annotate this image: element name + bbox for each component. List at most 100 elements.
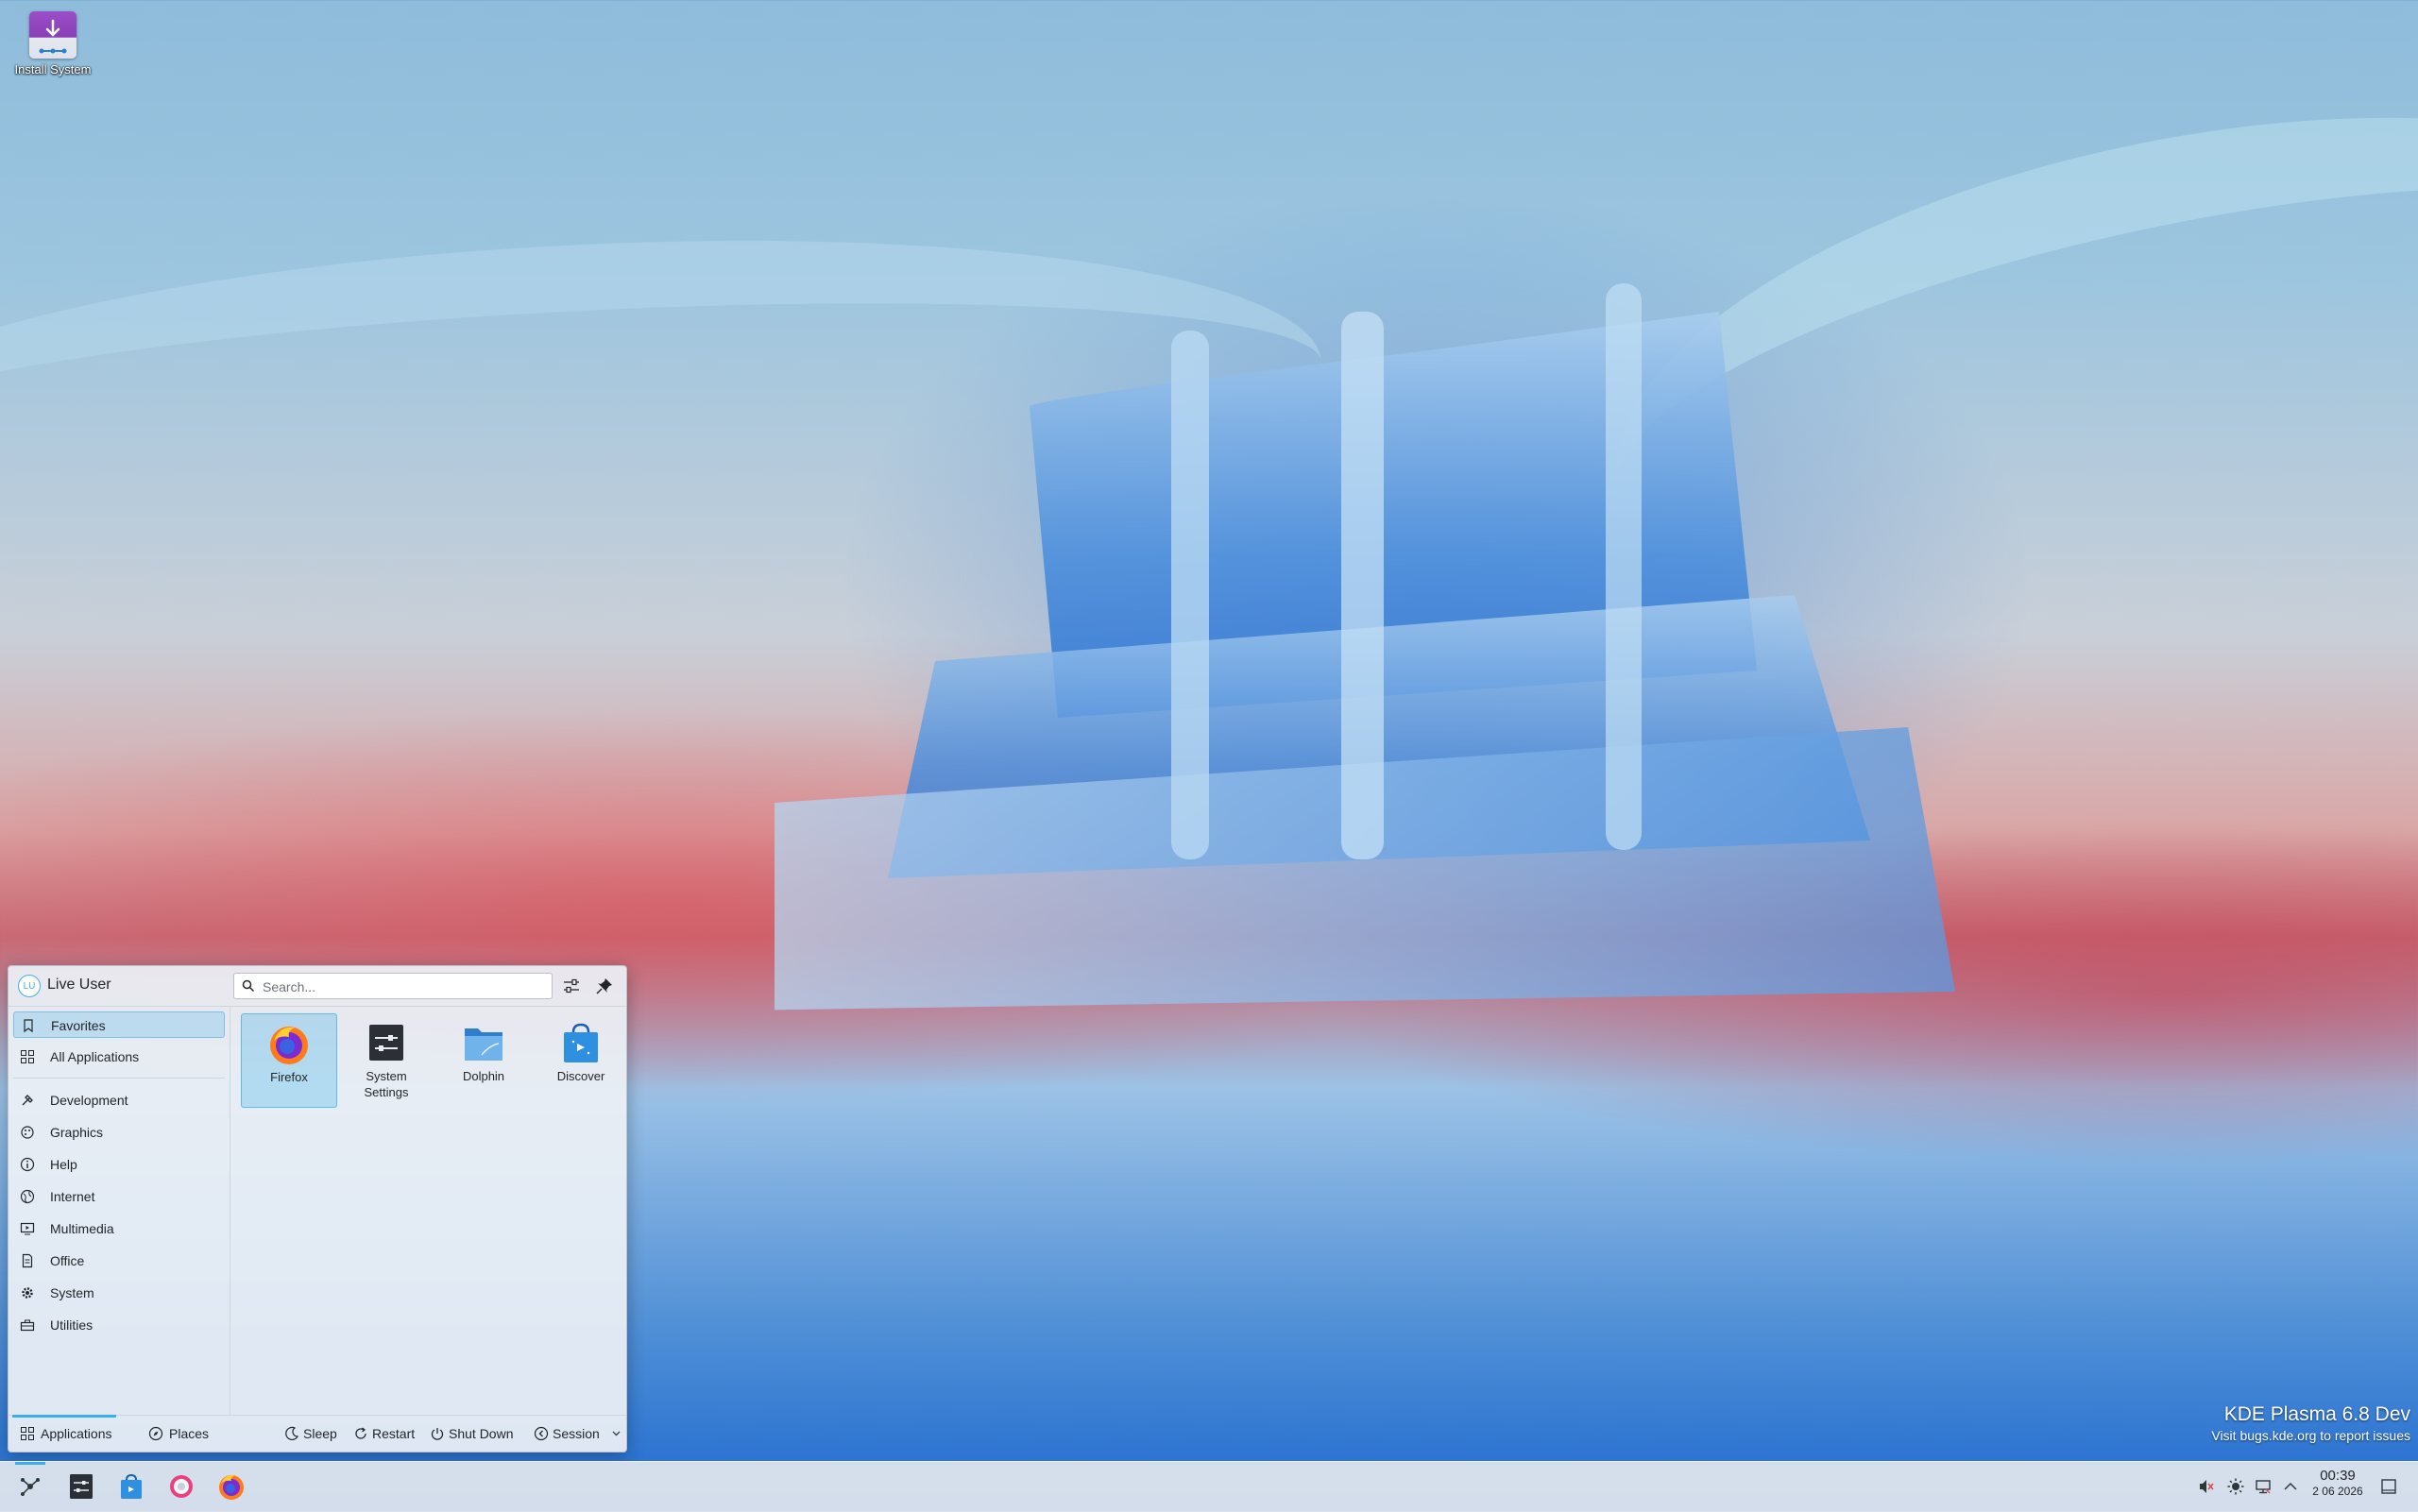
restart-icon (355, 1427, 366, 1439)
category-label: Graphics (50, 1125, 104, 1140)
active-tab-indicator (12, 1415, 116, 1418)
action-label: Restart (372, 1426, 416, 1441)
show-desktop-icon[interactable] (2379, 1477, 2398, 1496)
user-name: Live User (47, 977, 111, 993)
configure-icon[interactable] (561, 976, 582, 996)
desktop-icon-label: Install System (14, 62, 92, 76)
favorites-grid: Firefox System Settings Dolphin Discover (231, 1006, 626, 1416)
search-field[interactable] (233, 973, 553, 999)
action-label: Sleep (303, 1426, 337, 1441)
compass-icon (148, 1426, 163, 1441)
launcher-header: LU Live User (9, 966, 626, 1007)
brightness-icon[interactable] (2226, 1477, 2245, 1496)
taskbar-discover[interactable] (112, 1468, 150, 1505)
taskbar-application-launcher[interactable] (11, 1462, 49, 1505)
clock-time: 00:39 (2320, 1468, 2356, 1484)
pin-icon[interactable] (594, 976, 615, 996)
application-launcher-icon (21, 1478, 40, 1496)
category-label: System (50, 1285, 94, 1300)
taskbar-panel: 00:39 2 06 2026 (0, 1461, 2418, 1512)
digital-clock[interactable]: 00:39 2 06 2026 (2305, 1468, 2371, 1498)
watermark-title: KDE Plasma 6.8 Dev (2223, 1403, 2410, 1425)
volume-muted-icon[interactable] (2197, 1477, 2216, 1496)
bookmark-icon (24, 1019, 33, 1033)
app-system-settings[interactable]: System Settings (338, 1013, 434, 1108)
spectacle-icon (170, 1475, 193, 1498)
application-launcher-menu: LU Live User Favorites All Applica (8, 965, 627, 1453)
install-system-icon (29, 11, 77, 59)
launcher-footer: Applications Places Sleep Restart Shut D… (9, 1415, 626, 1452)
category-system[interactable]: System (13, 1280, 225, 1306)
category-internet[interactable]: Internet (13, 1183, 225, 1210)
firefox-icon (266, 1022, 312, 1067)
active-indicator (15, 1462, 45, 1465)
discover-icon (558, 1021, 604, 1066)
app-dolphin[interactable]: Dolphin (435, 1013, 532, 1108)
network-icon[interactable] (2254, 1477, 2273, 1496)
category-development[interactable]: Development (13, 1087, 225, 1113)
action-label: Session (553, 1426, 600, 1441)
expand-arrow-icon[interactable] (2281, 1477, 2300, 1496)
app-label: Dolphin (462, 1069, 505, 1083)
version-watermark: KDE Plasma 6.8 Dev Visit bugs.kde.org to… (2211, 1403, 2410, 1443)
category-label: Multimedia (50, 1221, 114, 1236)
category-sidebar: Favorites All Applications Development G… (9, 1006, 230, 1416)
grid-icon (21, 1427, 34, 1440)
category-favorites[interactable]: Favorites (13, 1011, 225, 1038)
category-graphics[interactable]: Graphics (13, 1119, 225, 1146)
info-icon (20, 1157, 35, 1172)
folder-icon (461, 1021, 506, 1066)
action-label: Shut Down (449, 1426, 514, 1441)
tab-applications[interactable]: Applications (12, 1415, 116, 1452)
tab-places[interactable]: Places (141, 1416, 216, 1452)
app-label: Discover (556, 1069, 605, 1083)
category-label: Development (50, 1093, 128, 1108)
category-help[interactable]: Help (13, 1151, 225, 1178)
wallpaper-sweep (1570, 28, 2418, 718)
system-settings-icon (70, 1474, 93, 1499)
user-avatar[interactable]: LU (18, 975, 41, 997)
taskbar-system-settings[interactable] (62, 1468, 100, 1505)
shut-down-button[interactable]: Shut Down (430, 1425, 520, 1444)
app-firefox[interactable]: Firefox (241, 1013, 337, 1108)
document-icon (22, 1253, 33, 1268)
power-icon (431, 1428, 444, 1440)
app-discover[interactable]: Discover (533, 1013, 629, 1108)
session-button[interactable]: Session (534, 1425, 621, 1444)
grid-icon (21, 1050, 34, 1063)
category-label: Internet (50, 1189, 95, 1204)
wallpaper-ribbons (775, 283, 1955, 1011)
search-input[interactable] (261, 977, 548, 997)
watermark-subtitle: Visit bugs.kde.org to report issues (2211, 1428, 2410, 1443)
sleep-button[interactable]: Sleep (284, 1425, 343, 1444)
category-label: Office (50, 1253, 85, 1268)
category-office[interactable]: Office (13, 1248, 225, 1274)
restart-button[interactable]: Restart (353, 1425, 421, 1444)
firefox-icon (219, 1474, 244, 1500)
category-utilities[interactable]: Utilities (13, 1312, 225, 1338)
globe-icon (20, 1189, 35, 1204)
taskbar-firefox[interactable] (213, 1468, 250, 1505)
category-all-applications[interactable]: All Applications (13, 1044, 225, 1070)
search-icon (242, 979, 255, 993)
system-settings-icon (364, 1021, 409, 1066)
app-label: Firefox (270, 1070, 308, 1084)
tab-label: Places (169, 1426, 210, 1441)
tab-label: Applications (41, 1426, 112, 1441)
hammer-icon (22, 1095, 33, 1106)
desktop-icon-install-system[interactable]: Install System (8, 11, 98, 76)
moon-icon (285, 1426, 299, 1440)
category-label: Help (50, 1157, 77, 1172)
app-label: System Settings (364, 1069, 409, 1099)
toolbox-icon (20, 1319, 35, 1332)
monitor-play-icon (20, 1222, 35, 1235)
wallpaper-sweep (0, 206, 1330, 597)
clock-date: 2 06 2026 (2312, 1485, 2363, 1498)
palette-icon (21, 1126, 34, 1139)
avatar-initials: LU (23, 980, 36, 992)
category-separator (13, 1078, 225, 1079)
taskbar-spectacle[interactable] (162, 1468, 200, 1505)
category-label: All Applications (50, 1049, 140, 1064)
category-multimedia[interactable]: Multimedia (13, 1215, 225, 1242)
gear-icon (22, 1287, 33, 1299)
